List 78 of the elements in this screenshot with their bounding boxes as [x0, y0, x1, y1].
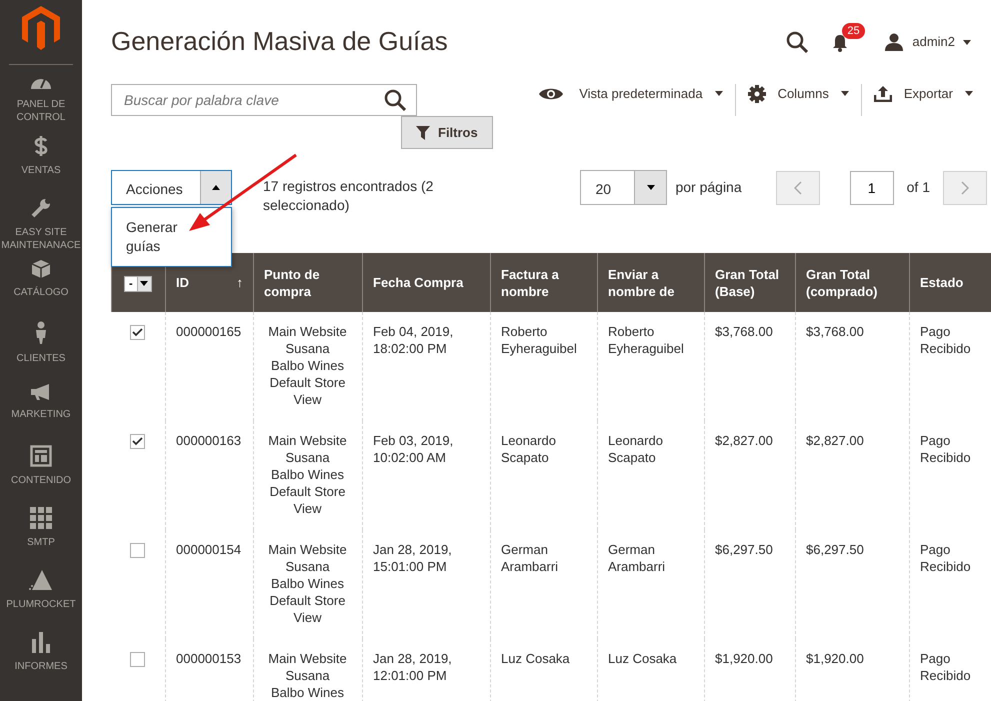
table-cell: Luz Cosaka	[501, 651, 570, 666]
table-cell: Leonardo Scapato	[501, 433, 556, 465]
sidebar-item[interactable]: CONTENIDO	[0, 474, 82, 487]
column-header[interactable]: ID	[176, 274, 189, 291]
sidebar-item[interactable]: VENTAS	[0, 164, 82, 177]
menu-item[interactable]: Generar guías	[126, 218, 209, 256]
table-cell: Pago Recibido	[920, 433, 971, 465]
filters-button[interactable]: Filtros	[401, 116, 493, 149]
row-checkbox[interactable]	[130, 543, 144, 558]
table-cell: Pago Recibido	[920, 651, 971, 683]
page-count: of 1	[906, 178, 930, 197]
table-cell: 000000154	[176, 542, 242, 557]
sidebar-item[interactable]: EASY SITE MAINTENANACE	[0, 226, 82, 252]
table-cell: Main Website Susana Balbo Wines Default Store View	[268, 324, 347, 407]
table-cell: $1,920.00	[715, 651, 773, 666]
table-cell: Main Website Susana Balbo Wines Default Store View	[268, 542, 347, 625]
table-cell: Feb 03, 2019, 10:02:00 AM	[373, 433, 454, 465]
table-cell: $3,768.00	[806, 324, 864, 339]
table-cell: Luz Cosaka	[608, 651, 677, 666]
table-cell: $1,920.00	[806, 651, 864, 666]
grid-icon[interactable]	[30, 507, 52, 532]
upload-icon	[874, 86, 892, 102]
table-cell: German Arambarri	[608, 542, 666, 574]
row-checkbox[interactable]	[130, 434, 144, 449]
gear-icon	[748, 84, 766, 103]
mass-select-dropdown[interactable]: -	[124, 276, 152, 292]
table-cell: Main Website Susana Balbo Wines	[268, 651, 347, 700]
search-icon[interactable]	[786, 31, 808, 53]
view-dropdown[interactable]: Vista predeterminada	[527, 84, 735, 104]
table-cell: Pago Recibido	[920, 324, 971, 356]
filter-icon	[416, 126, 430, 140]
sidebar-item[interactable]: PLUMROCKET	[0, 598, 82, 611]
notification-count: 25	[842, 23, 865, 39]
table-cell: Roberto Eyheraguibel	[501, 324, 577, 356]
sort-mark: ↑	[236, 274, 243, 291]
user-menu[interactable]: admin2	[904, 32, 971, 52]
row-checkbox[interactable]	[130, 652, 144, 667]
table-cell: $3,768.00	[715, 324, 773, 339]
sidebar-item[interactable]: SMTP	[0, 536, 82, 549]
table-cell: Roberto Eyheraguibel	[608, 324, 684, 356]
page-input[interactable]: 1	[850, 170, 894, 204]
row-checkbox[interactable]	[130, 325, 144, 340]
sidebar-item[interactable]: INFORMES	[0, 660, 82, 673]
sidebar-item[interactable]: PANEL DE CONTROL	[0, 98, 82, 124]
table-cell: German Arambarri	[501, 542, 558, 574]
table-cell: $6,297.50	[715, 542, 773, 557]
export-dropdown[interactable]: Exportar	[862, 84, 973, 104]
table-cell: Jan 28, 2019, 12:01:00 PM	[373, 651, 452, 683]
table-cell: Leonardo Scapato	[608, 433, 663, 465]
table-cell: Feb 04, 2019, 18:02:00 PM	[373, 324, 454, 356]
chevron-right-icon	[961, 180, 969, 194]
table-cell: Main Website Susana Balbo Wines Default Store View	[268, 433, 347, 516]
bell-icon[interactable]	[832, 34, 848, 52]
table-cell: $2,827.00	[806, 433, 864, 448]
table-cell: $2,827.00	[715, 433, 773, 448]
user-icon	[884, 33, 904, 51]
actions-dropdown[interactable]: Acciones	[111, 170, 232, 205]
sidebar-item[interactable]: CATÁLOGO	[0, 286, 82, 299]
bar-chart-icon[interactable]	[31, 631, 51, 656]
per-page-select[interactable]: 20	[580, 170, 668, 205]
sidebar-item[interactable]: MARKETING	[0, 408, 82, 421]
logo-icon[interactable]	[22, 6, 60, 50]
search-icon[interactable]	[384, 89, 406, 111]
eye-icon	[539, 86, 564, 101]
table-cell: Jan 28, 2019, 15:01:00 PM	[373, 542, 452, 574]
page-title: Generación Masiva de Guías	[111, 26, 449, 58]
search-field[interactable]: Buscar por palabra clave	[111, 84, 417, 116]
table-cell: 000000153	[176, 651, 242, 666]
table-cell: Pago Recibido	[920, 542, 971, 574]
layout-icon[interactable]	[30, 445, 52, 470]
sidebar-item[interactable]: CLIENTES	[0, 352, 82, 365]
chevron-left-icon	[794, 180, 802, 194]
table-cell: 000000163	[176, 433, 242, 448]
table-cell: $6,297.50	[806, 542, 864, 557]
columns-dropdown[interactable]: Columns	[736, 84, 861, 104]
table-cell: 000000165	[176, 324, 242, 339]
records-found: 17 registros encontrados (2 seleccionado)	[263, 177, 434, 215]
per-page-label: por página	[675, 178, 742, 197]
